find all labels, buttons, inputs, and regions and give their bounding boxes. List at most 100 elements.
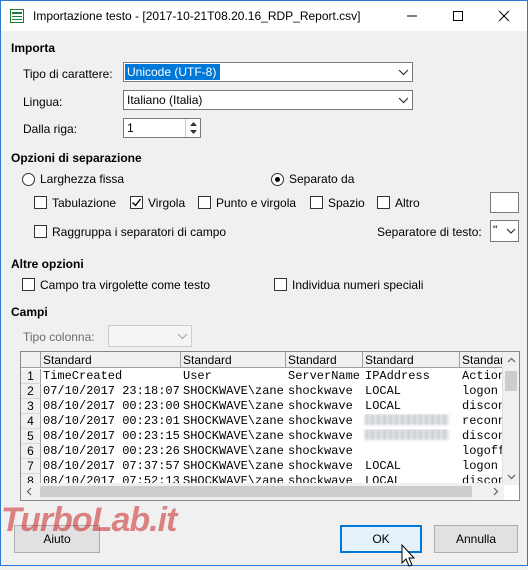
chevron-down-icon [395,63,412,81]
text-import-app-icon [9,8,25,24]
table-cell: logon [462,384,499,398]
table-cell: logon [462,459,499,473]
table-cell: shockwave [288,384,353,398]
merge-separators-label[interactable]: Raggruppa i separatori di campo [52,225,226,239]
scroll-left-icon[interactable] [21,483,38,500]
scroll-right-icon[interactable] [487,483,504,500]
language-label: Lingua: [23,95,63,109]
window-title: Importazione testo - [2017-10-21T08.20.1… [33,9,361,23]
text-separator-value: " [493,223,498,237]
table-cell: shockwave [288,444,353,458]
watermark-logo: TurboLab.it [1,501,177,539]
other-checkbox[interactable] [377,196,390,209]
cancel-button[interactable]: Annulla [434,525,518,553]
chevron-down-icon [395,91,412,109]
column-header[interactable]: Standard [41,352,181,368]
quoted-as-text-checkbox[interactable] [22,278,35,291]
table-cell: shockwave [288,414,353,428]
table-cell: LOCAL [365,459,402,473]
charset-value: Unicode (UTF-8) [125,64,221,80]
semicolon-checkbox[interactable] [198,196,211,209]
quoted-as-text-label[interactable]: Campo tra virgolette come testo [40,278,210,292]
table-cell: 08/10/2017 00:23:01 [43,414,180,428]
from-row-spinner[interactable]: 1 [123,118,201,138]
vertical-scrollbar[interactable] [502,352,519,485]
table-cell: shockwave [288,399,353,413]
language-select[interactable]: Italiano (Italia) [123,90,413,110]
fixed-width-radio[interactable] [22,173,35,186]
horizontal-scroll-thumb[interactable] [40,486,472,497]
chevron-down-icon [174,326,191,344]
minimize-icon [407,15,417,17]
row-number[interactable]: 4 [21,414,41,429]
checkmark-icon [132,198,142,207]
table-cell: ServerName [288,369,361,383]
close-icon [498,10,510,22]
table-cell: IPAddress [365,369,430,383]
column-header[interactable]: Standard [460,352,504,368]
column-header[interactable]: Standard [286,352,363,368]
fields-section-title: Campi [11,305,48,319]
spinner-arrows-icon[interactable] [185,119,200,137]
row-number[interactable]: 3 [21,399,41,414]
detect-special-numbers-label[interactable]: Individua numeri speciali [292,278,423,292]
separated-by-label[interactable]: Separato da [289,172,354,186]
redacted-ip-address [365,414,449,425]
space-checkbox[interactable] [310,196,323,209]
table-cell: SHOCKWAVE\zane [183,384,284,398]
comma-label[interactable]: Virgola [148,196,185,210]
charset-select[interactable]: Unicode (UTF-8) [123,62,413,82]
table-cell: disconnect [462,399,504,413]
importa-section-title: Importa [11,41,56,55]
table-cell: LOCAL [365,384,402,398]
table-cell: shockwave [288,429,353,443]
maximize-icon [453,11,463,21]
column-header[interactable]: Standard [181,352,286,368]
table-cell: disconnect [462,429,504,443]
close-button[interactable] [481,1,527,31]
maximize-button[interactable] [435,1,481,31]
tab-label[interactable]: Tabulazione [52,196,116,210]
table-cell: 08/10/2017 00:23:00 [43,399,180,413]
vertical-scroll-thumb[interactable] [505,371,517,391]
table-cell [363,429,460,444]
semicolon-label[interactable]: Punto e virgola [216,196,296,210]
row-number[interactable]: 2 [21,384,41,399]
fixed-width-label[interactable]: Larghezza fissa [40,172,124,186]
other-options-title: Altre opzioni [11,257,84,271]
row-number[interactable]: 6 [21,444,41,459]
title-bar[interactable]: Importazione testo - [2017-10-21T08.20.1… [1,1,527,31]
import-dialog: Importazione testo - [2017-10-21T08.20.1… [0,0,528,567]
row-number[interactable]: 7 [21,459,41,474]
space-label[interactable]: Spazio [328,196,365,210]
tab-checkbox[interactable] [34,196,47,209]
detect-special-numbers-checkbox[interactable] [274,278,287,291]
minimize-button[interactable] [389,1,435,31]
text-separator-select[interactable]: " [490,220,519,242]
table-cell [363,414,460,429]
separator-options-title: Opzioni di separazione [11,151,142,165]
merge-separators-checkbox[interactable] [34,225,47,238]
table-cell: 08/10/2017 07:37:57 [43,459,180,473]
horizontal-scrollbar[interactable] [21,483,504,500]
separated-by-radio[interactable] [271,173,284,186]
column-header[interactable]: Standard [363,352,460,368]
table-cell: SHOCKWAVE\zane [183,459,284,473]
row-number[interactable]: 5 [21,429,41,444]
column-type-select[interactable] [108,325,192,347]
table-cell: logoff [462,444,504,458]
charset-label: Tipo di carattere: [23,67,113,81]
scroll-down-icon[interactable] [503,468,520,485]
other-separator-input[interactable] [490,192,519,213]
data-preview-grid[interactable]: Standard Standard Standard Standard Stan… [20,351,520,501]
other-label[interactable]: Altro [395,196,420,210]
from-row-value: 1 [127,121,134,135]
text-separator-label: Separatore di testo: [377,225,482,239]
language-value: Italiano (Italia) [127,93,203,107]
scroll-up-icon[interactable] [503,352,520,369]
comma-checkbox[interactable] [130,196,143,209]
row-number[interactable]: 1 [21,369,41,384]
grid-corner [21,352,41,368]
table-cell [363,444,460,459]
table-cell: LOCAL [365,399,402,413]
